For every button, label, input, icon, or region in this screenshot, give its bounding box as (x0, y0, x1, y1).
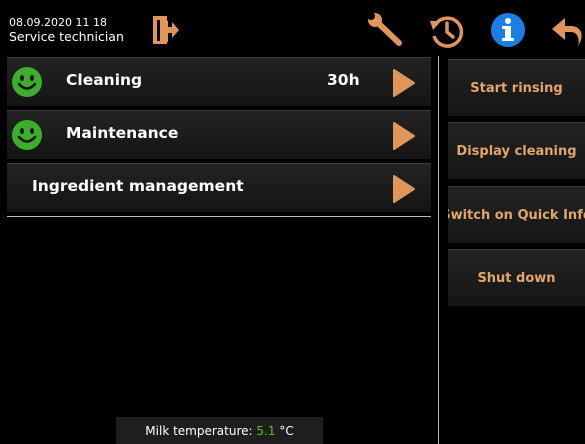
start-rinsing-button[interactable]: Start rinsing (448, 59, 585, 116)
chevron-right-icon (393, 69, 415, 97)
menu-item-label: Cleaning (66, 71, 143, 89)
divider (7, 216, 431, 217)
date-time: 08.09.2020 11 18 (9, 16, 107, 29)
logout-icon[interactable] (150, 14, 180, 46)
display-cleaning-button[interactable]: Display cleaning (448, 122, 585, 179)
vertical-divider (438, 56, 439, 444)
menu-item-label: Ingredient management (32, 177, 244, 195)
smiley-icon (12, 120, 42, 150)
menu-item-maintenance[interactable]: Maintenance (7, 110, 431, 159)
user-role: Service technician (9, 29, 124, 44)
quick-info-button[interactable]: Switch on Quick Info (448, 186, 585, 243)
menu-item-value: 30h (327, 71, 360, 89)
history-icon[interactable] (428, 12, 466, 50)
menu-item-cleaning[interactable]: Cleaning 30h (7, 57, 431, 106)
info-icon[interactable] (489, 11, 527, 49)
top-bar: 08.09.2020 11 18 Service technician (0, 0, 585, 56)
chevron-right-icon (393, 122, 415, 150)
milk-temperature-unit: °C (279, 423, 294, 438)
smiley-icon (12, 67, 42, 97)
milk-temperature-value: 5.1 (256, 423, 276, 438)
shut-down-button[interactable]: Shut down (448, 249, 585, 306)
milk-temperature-status: Milk temperature: 5.1 °C (116, 417, 323, 444)
menu-item-ingredient-management[interactable]: Ingredient management (7, 163, 431, 212)
chevron-right-icon (393, 175, 415, 203)
milk-temperature-label: Milk temperature: (145, 423, 253, 438)
wrench-icon[interactable] (366, 12, 404, 48)
back-icon[interactable] (550, 13, 585, 49)
menu-item-label: Maintenance (66, 124, 179, 142)
